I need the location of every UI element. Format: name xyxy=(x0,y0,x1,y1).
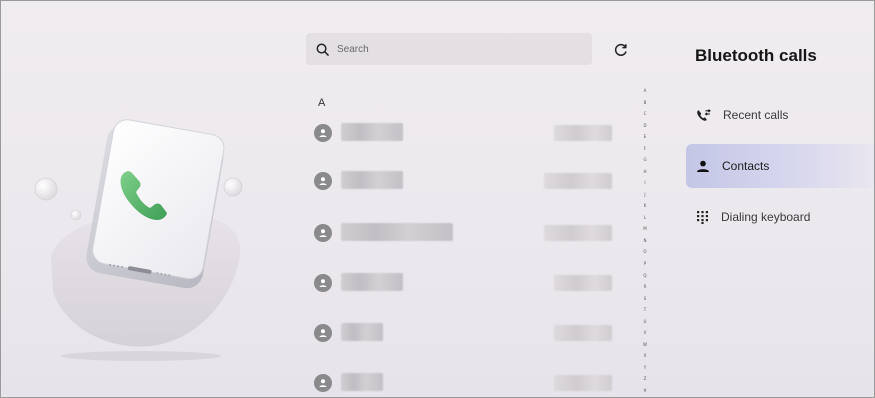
nav-item-dialing-keyboard[interactable]: Dialing keyboard xyxy=(686,195,874,239)
alphabet-index-letter[interactable]: Q xyxy=(643,273,646,278)
search-icon xyxy=(316,43,329,56)
contact-row[interactable] xyxy=(311,271,631,295)
alphabet-index-letter[interactable]: K xyxy=(644,204,647,208)
alphabet-index-letter[interactable]: B xyxy=(644,100,647,105)
contact-name-redacted xyxy=(341,323,383,341)
avatar-icon xyxy=(314,274,332,292)
alphabet-index-letter[interactable]: G xyxy=(643,158,646,162)
section-letter: A xyxy=(318,97,326,109)
alphabet-index-letter[interactable]: N xyxy=(644,238,647,243)
contact-number-redacted xyxy=(554,375,612,391)
alphabet-index-letter[interactable]: # xyxy=(643,388,646,393)
contact-row[interactable] xyxy=(311,321,631,345)
phone-illustration xyxy=(34,119,243,361)
alphabet-index-letter[interactable]: L xyxy=(644,215,646,220)
contact-name-redacted xyxy=(341,373,383,391)
nav-item-label: Recent calls xyxy=(723,108,789,122)
alphabet-index-letter[interactable]: A xyxy=(644,89,647,93)
alphabet-index-letter[interactable]: Y xyxy=(644,365,646,370)
avatar-icon xyxy=(314,324,332,342)
alphabet-index-letter[interactable]: I xyxy=(644,181,645,185)
alphabet-index-letter[interactable]: V xyxy=(644,331,647,335)
alphabet-index-letter[interactable]: S xyxy=(644,296,647,301)
contact-row[interactable] xyxy=(311,371,631,395)
alphabet-index-letter[interactable]: J xyxy=(644,192,645,197)
avatar-icon xyxy=(314,224,332,242)
alphabet-index-letter[interactable]: M xyxy=(643,227,646,231)
alphabet-index-letter[interactable]: E xyxy=(644,135,647,139)
page-title: Bluetooth calls xyxy=(695,46,817,65)
contact-number-redacted xyxy=(544,225,612,241)
nav-item-label: Dialing keyboard xyxy=(721,210,811,224)
contact-number-redacted xyxy=(554,325,612,341)
contact-row[interactable] xyxy=(311,169,631,193)
alphabet-index-letter[interactable]: R xyxy=(644,285,647,289)
alphabet-index-letter[interactable]: F xyxy=(644,146,646,151)
alphabet-index-letter[interactable]: X xyxy=(644,354,647,358)
contacts-icon xyxy=(697,160,709,172)
refresh-button[interactable] xyxy=(610,39,632,61)
alphabet-index-letter[interactable]: C xyxy=(644,112,647,116)
alphabet-index-letter[interactable]: P xyxy=(644,261,646,266)
contact-name-redacted xyxy=(341,223,453,241)
nav-item-recent-calls[interactable]: Recent calls xyxy=(686,93,874,137)
contact-number-redacted xyxy=(544,173,612,189)
alphabet-index[interactable]: A B C D E F G H I J K L M N O P Q R S T U V W X Y Z # xyxy=(641,89,649,393)
alphabet-index-letter[interactable]: O xyxy=(643,250,646,254)
alphabet-index-letter[interactable]: H xyxy=(643,169,646,174)
contact-row[interactable] xyxy=(311,221,631,245)
contact-row[interactable] xyxy=(311,121,631,145)
alphabet-index-letter[interactable]: Z xyxy=(644,377,647,381)
recent-calls-icon xyxy=(697,108,711,121)
avatar-icon xyxy=(314,124,332,142)
bluetooth-calls-screen: Search A A B C D E F G H I J K L M N O P… xyxy=(0,0,875,398)
alphabet-index-letter[interactable]: W xyxy=(643,342,647,347)
contact-number-redacted xyxy=(554,125,612,141)
alphabet-index-letter[interactable]: D xyxy=(643,123,646,128)
alphabet-index-letter[interactable]: T xyxy=(644,308,646,312)
avatar-icon xyxy=(314,374,332,392)
avatar-icon xyxy=(314,172,332,190)
contact-number-redacted xyxy=(554,275,612,291)
alphabet-index-letter[interactable]: U xyxy=(644,319,647,324)
contact-name-redacted xyxy=(341,123,403,141)
dialpad-icon xyxy=(697,211,708,224)
refresh-icon xyxy=(614,43,627,56)
search-placeholder: Search xyxy=(337,43,369,55)
search-input[interactable]: Search xyxy=(306,33,592,65)
nav-item-label: Contacts xyxy=(722,159,770,173)
contact-name-redacted xyxy=(341,273,403,291)
nav-item-contacts[interactable]: Contacts xyxy=(686,144,874,188)
contact-name-redacted xyxy=(341,171,403,189)
